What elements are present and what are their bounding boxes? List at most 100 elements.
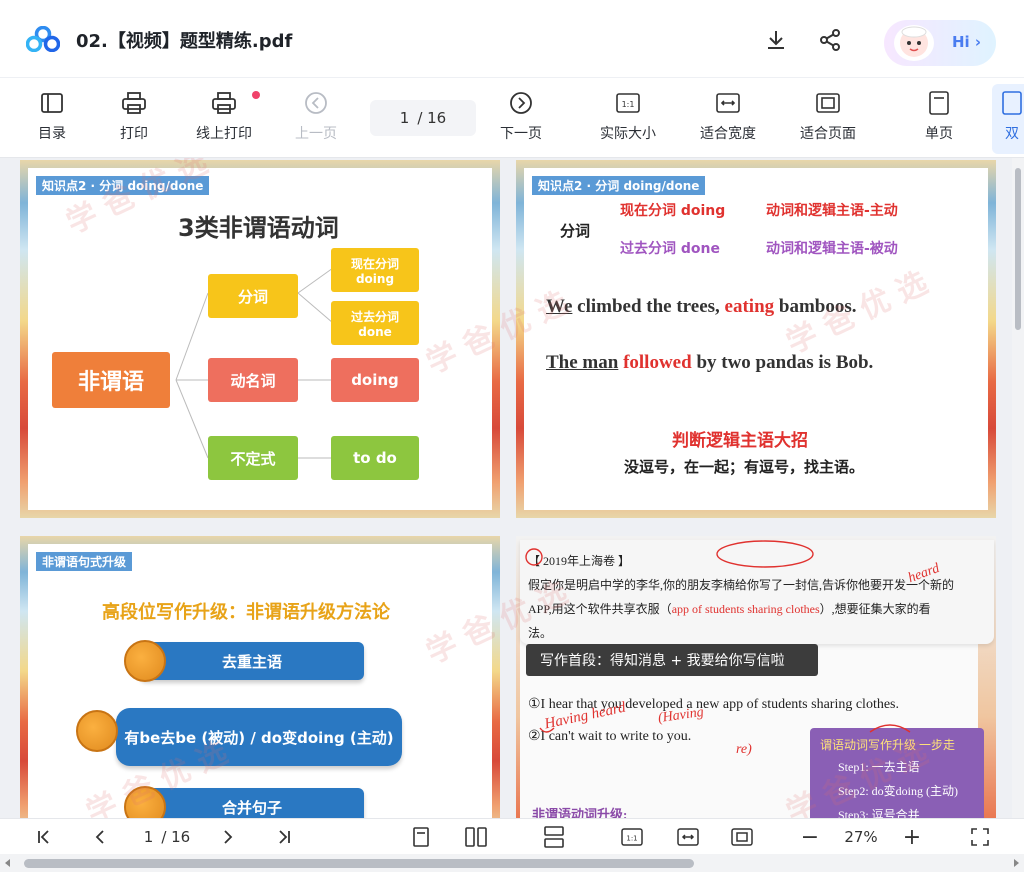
fit-width-icon[interactable] <box>674 819 702 855</box>
page-thumbnail-2[interactable]: 知识点2 · 分词 doing/done 分词 现在分词 doing 动词和逻辑… <box>516 160 996 518</box>
notification-dot <box>252 91 260 99</box>
page-thumbnail-1[interactable]: 知识点2 · 分词 doing/done 3类非谓语动词 非谓语 分词 现在分词… <box>20 160 500 518</box>
method-pill-2: 有be去be (被动) / do变doing (主动) <box>116 708 402 766</box>
past-participle-text: 过去分词 done <box>620 241 720 257</box>
fit-page-icon <box>815 90 841 116</box>
fit-page-icon[interactable] <box>728 819 756 855</box>
slide-content: 【 2019年上海卷 】 假定你是明启中学的李华,你的朋友李楠给你写了一封信,告… <box>520 540 994 818</box>
online-print-label: 线上打印 <box>196 126 252 142</box>
sentence1-subject: We <box>546 296 573 317</box>
vertical-scroll-thumb[interactable] <box>1015 168 1021 330</box>
single-page-label: 单页 <box>925 126 953 142</box>
horizontal-scrollbar[interactable] <box>0 854 1024 872</box>
node-past-label: 过去分词 <box>350 309 399 324</box>
actual-size-label: 实际大小 <box>600 126 656 142</box>
sentence1-middle: climbed the trees, <box>572 296 725 317</box>
page-total: / 16 <box>417 109 447 127</box>
print-button[interactable]: 打印 <box>120 90 148 150</box>
sentence2-highlight: followed <box>623 352 692 373</box>
fullscreen-icon[interactable] <box>966 819 994 855</box>
slide-tag: 知识点2 · 分词 doing/done <box>532 176 706 195</box>
coin-icon <box>124 640 166 682</box>
prev-icon[interactable] <box>88 819 112 855</box>
node-gerund: 动名词 <box>208 358 298 402</box>
horizontal-scroll-thumb[interactable] <box>24 859 694 868</box>
first-page-icon[interactable] <box>32 819 56 855</box>
prev-page-button[interactable]: 上一页 <box>295 90 337 150</box>
toc-button[interactable]: 目录 <box>38 90 66 150</box>
online-print-icon <box>211 90 237 116</box>
next-page-icon <box>508 90 534 116</box>
svg-text:1:1: 1:1 <box>622 100 635 109</box>
fit-width-icon <box>715 90 741 116</box>
page-thumbnail-4[interactable]: 【 2019年上海卷 】 假定你是明启中学的李华,你的朋友李楠给你写了一封信,告… <box>516 536 996 818</box>
prev-page-icon <box>303 90 329 116</box>
slide-content: 知识点2 · 分词 doing/done 3类非谓语动词 非谓语 分词 现在分词… <box>28 168 492 510</box>
bottom-navigation-bar: 1 / 16 1:1 − 27% + <box>0 818 1024 854</box>
actual-size-icon[interactable]: 1:1 <box>618 819 646 855</box>
sentence2-end: by two pandas is Bob. <box>691 352 874 373</box>
download-icon[interactable] <box>762 26 790 54</box>
zoom-level[interactable]: 27% <box>836 819 886 855</box>
online-print-button[interactable]: 线上打印 <box>196 90 252 150</box>
fit-page-button[interactable]: 适合页面 <box>800 90 856 150</box>
coin-icon <box>76 710 118 752</box>
method-pill-1: 去重主语 <box>140 642 364 680</box>
bottom-page-indicator[interactable]: 1 / 16 <box>132 819 202 855</box>
double-page-icon <box>999 90 1024 116</box>
actual-size-button[interactable]: 1:1 实际大小 <box>600 90 656 150</box>
assistant-avatar-icon <box>894 25 934 61</box>
slide-tag: 非谓语句式升级 <box>36 552 133 571</box>
single-page-button[interactable]: 单页 <box>925 90 953 150</box>
next-icon[interactable] <box>216 819 240 855</box>
scroll-right-icon[interactable] <box>1012 858 1020 868</box>
print-label: 打印 <box>120 126 148 142</box>
zoom-out-icon[interactable]: − <box>796 819 824 855</box>
node-present-label: 现在分词 <box>350 256 399 271</box>
sentence1-highlight: eating <box>724 296 775 317</box>
toc-icon <box>39 90 65 116</box>
node-present-participle: 现在分词 doing <box>331 248 419 292</box>
svg-text:1:1: 1:1 <box>626 835 637 843</box>
page-thumbnail-3[interactable]: 非谓语句式升级 高段位写作升级：非谓语升级方法论 去重主语 有be去be (被动… <box>20 536 500 818</box>
scroll-left-icon[interactable] <box>4 858 12 868</box>
node-past-sub: done <box>358 324 392 339</box>
single-page-icon <box>926 90 952 116</box>
double-view-icon[interactable] <box>462 819 490 855</box>
document-viewer[interactable]: 知识点2 · 分词 doing/done 3类非谓语动词 非谓语 分词 现在分词… <box>0 158 1024 818</box>
single-view-icon[interactable] <box>408 819 434 855</box>
logo-icon <box>26 26 60 52</box>
sentence2-subject: The man <box>546 352 619 373</box>
pdf-viewer-app: 02.【视频】题型精练.pdf Hi › 目录 打印 线上打印 上一页 1 / … <box>0 0 1024 872</box>
slide-content: 知识点2 · 分词 doing/done 分词 现在分词 doing 动词和逻辑… <box>524 168 988 510</box>
example-sentence-2: The man followed by two pandas is Bob. <box>546 352 873 374</box>
slide-content: 非谓语句式升级 高段位写作升级：非谓语升级方法论 去重主语 有be去be (被动… <box>28 544 492 818</box>
active-rule-text: 动词和逻辑主语-主动 <box>766 203 898 219</box>
fit-width-label: 适合宽度 <box>700 126 756 142</box>
last-page-icon[interactable] <box>272 819 296 855</box>
node-infinitive-value: to do <box>331 436 419 480</box>
double-page-button[interactable]: 双 <box>992 84 1024 154</box>
zoom-in-icon[interactable]: + <box>898 819 926 855</box>
title-bar: 02.【视频】题型精练.pdf Hi › <box>0 0 1024 78</box>
sentence1-end: bamboos. <box>774 296 857 317</box>
page-current: 1 <box>399 109 410 127</box>
slide-title: 高段位写作升级：非谓语升级方法论 <box>102 602 390 623</box>
example-sentence-1: We climbed the trees, eating bamboos. <box>546 296 857 318</box>
actual-size-icon: 1:1 <box>615 90 641 116</box>
share-icon[interactable] <box>816 26 844 54</box>
scroll-view-icon[interactable] <box>540 819 568 855</box>
fit-page-label: 适合页面 <box>800 126 856 142</box>
vertical-scrollbar[interactable] <box>1012 158 1024 818</box>
fit-width-button[interactable]: 适合宽度 <box>700 90 756 150</box>
node-participle: 分词 <box>208 274 298 318</box>
present-participle-text: 现在分词 doing <box>620 203 726 219</box>
next-page-button[interactable]: 下一页 <box>500 90 542 150</box>
tip-title: 判断逻辑主语大招 <box>672 431 808 451</box>
prev-page-label: 上一页 <box>295 126 337 142</box>
bottom-page-current: 1 <box>143 828 154 846</box>
page-indicator[interactable]: 1 / 16 <box>370 100 476 136</box>
assistant-button[interactable]: Hi › <box>884 20 996 66</box>
toc-label: 目录 <box>38 126 66 142</box>
node-present-sub: doing <box>355 271 395 286</box>
